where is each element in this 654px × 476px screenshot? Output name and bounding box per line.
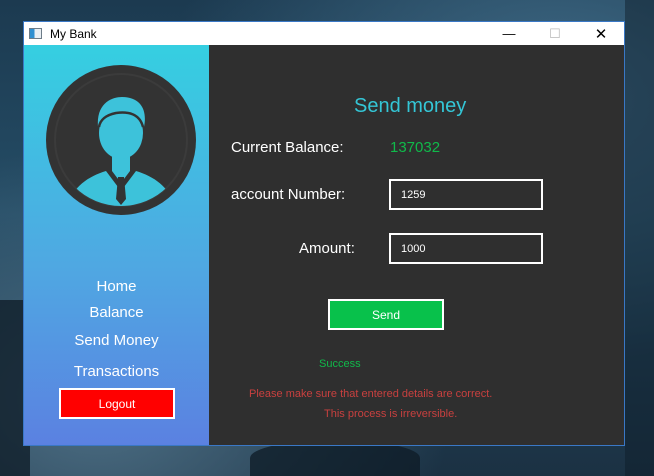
- window-title: My Bank: [50, 26, 97, 41]
- amount-input[interactable]: [389, 233, 543, 264]
- send-button[interactable]: Send: [328, 299, 444, 330]
- app-window: My Bank — ☐ ✕ Home Balance Send Money Tr…: [23, 21, 625, 446]
- title-bar[interactable]: My Bank — ☐ ✕: [24, 22, 624, 45]
- warning-line-2: This process is irreversible.: [324, 408, 458, 420]
- sidebar-item-home[interactable]: Home: [24, 278, 209, 295]
- user-avatar-icon: [46, 65, 196, 215]
- app-icon: [29, 28, 42, 39]
- sidebar: Home Balance Send Money Transactions Log…: [24, 45, 209, 445]
- maximize-button[interactable]: ☐: [532, 22, 578, 45]
- account-number-label: account Number:: [231, 186, 346, 203]
- account-number-input[interactable]: [389, 179, 543, 210]
- current-balance-label: Current Balance:: [231, 139, 344, 156]
- logout-button[interactable]: Logout: [59, 388, 175, 419]
- sidebar-item-transactions[interactable]: Transactions: [24, 363, 209, 380]
- send-money-panel: Send money Current Balance: 137032 accou…: [209, 45, 624, 445]
- current-balance-value: 137032: [390, 139, 441, 156]
- minimize-button[interactable]: —: [486, 22, 532, 45]
- sidebar-item-balance[interactable]: Balance: [24, 304, 209, 321]
- desktop-tree-silhouette: [625, 0, 654, 476]
- close-button[interactable]: ✕: [578, 22, 624, 45]
- status-message: Success: [319, 358, 361, 370]
- warning-line-1: Please make sure that entered details ar…: [249, 388, 493, 400]
- page-title: Send money: [354, 95, 467, 117]
- amount-label: Amount:: [299, 240, 355, 257]
- sidebar-item-send-money[interactable]: Send Money: [24, 332, 209, 349]
